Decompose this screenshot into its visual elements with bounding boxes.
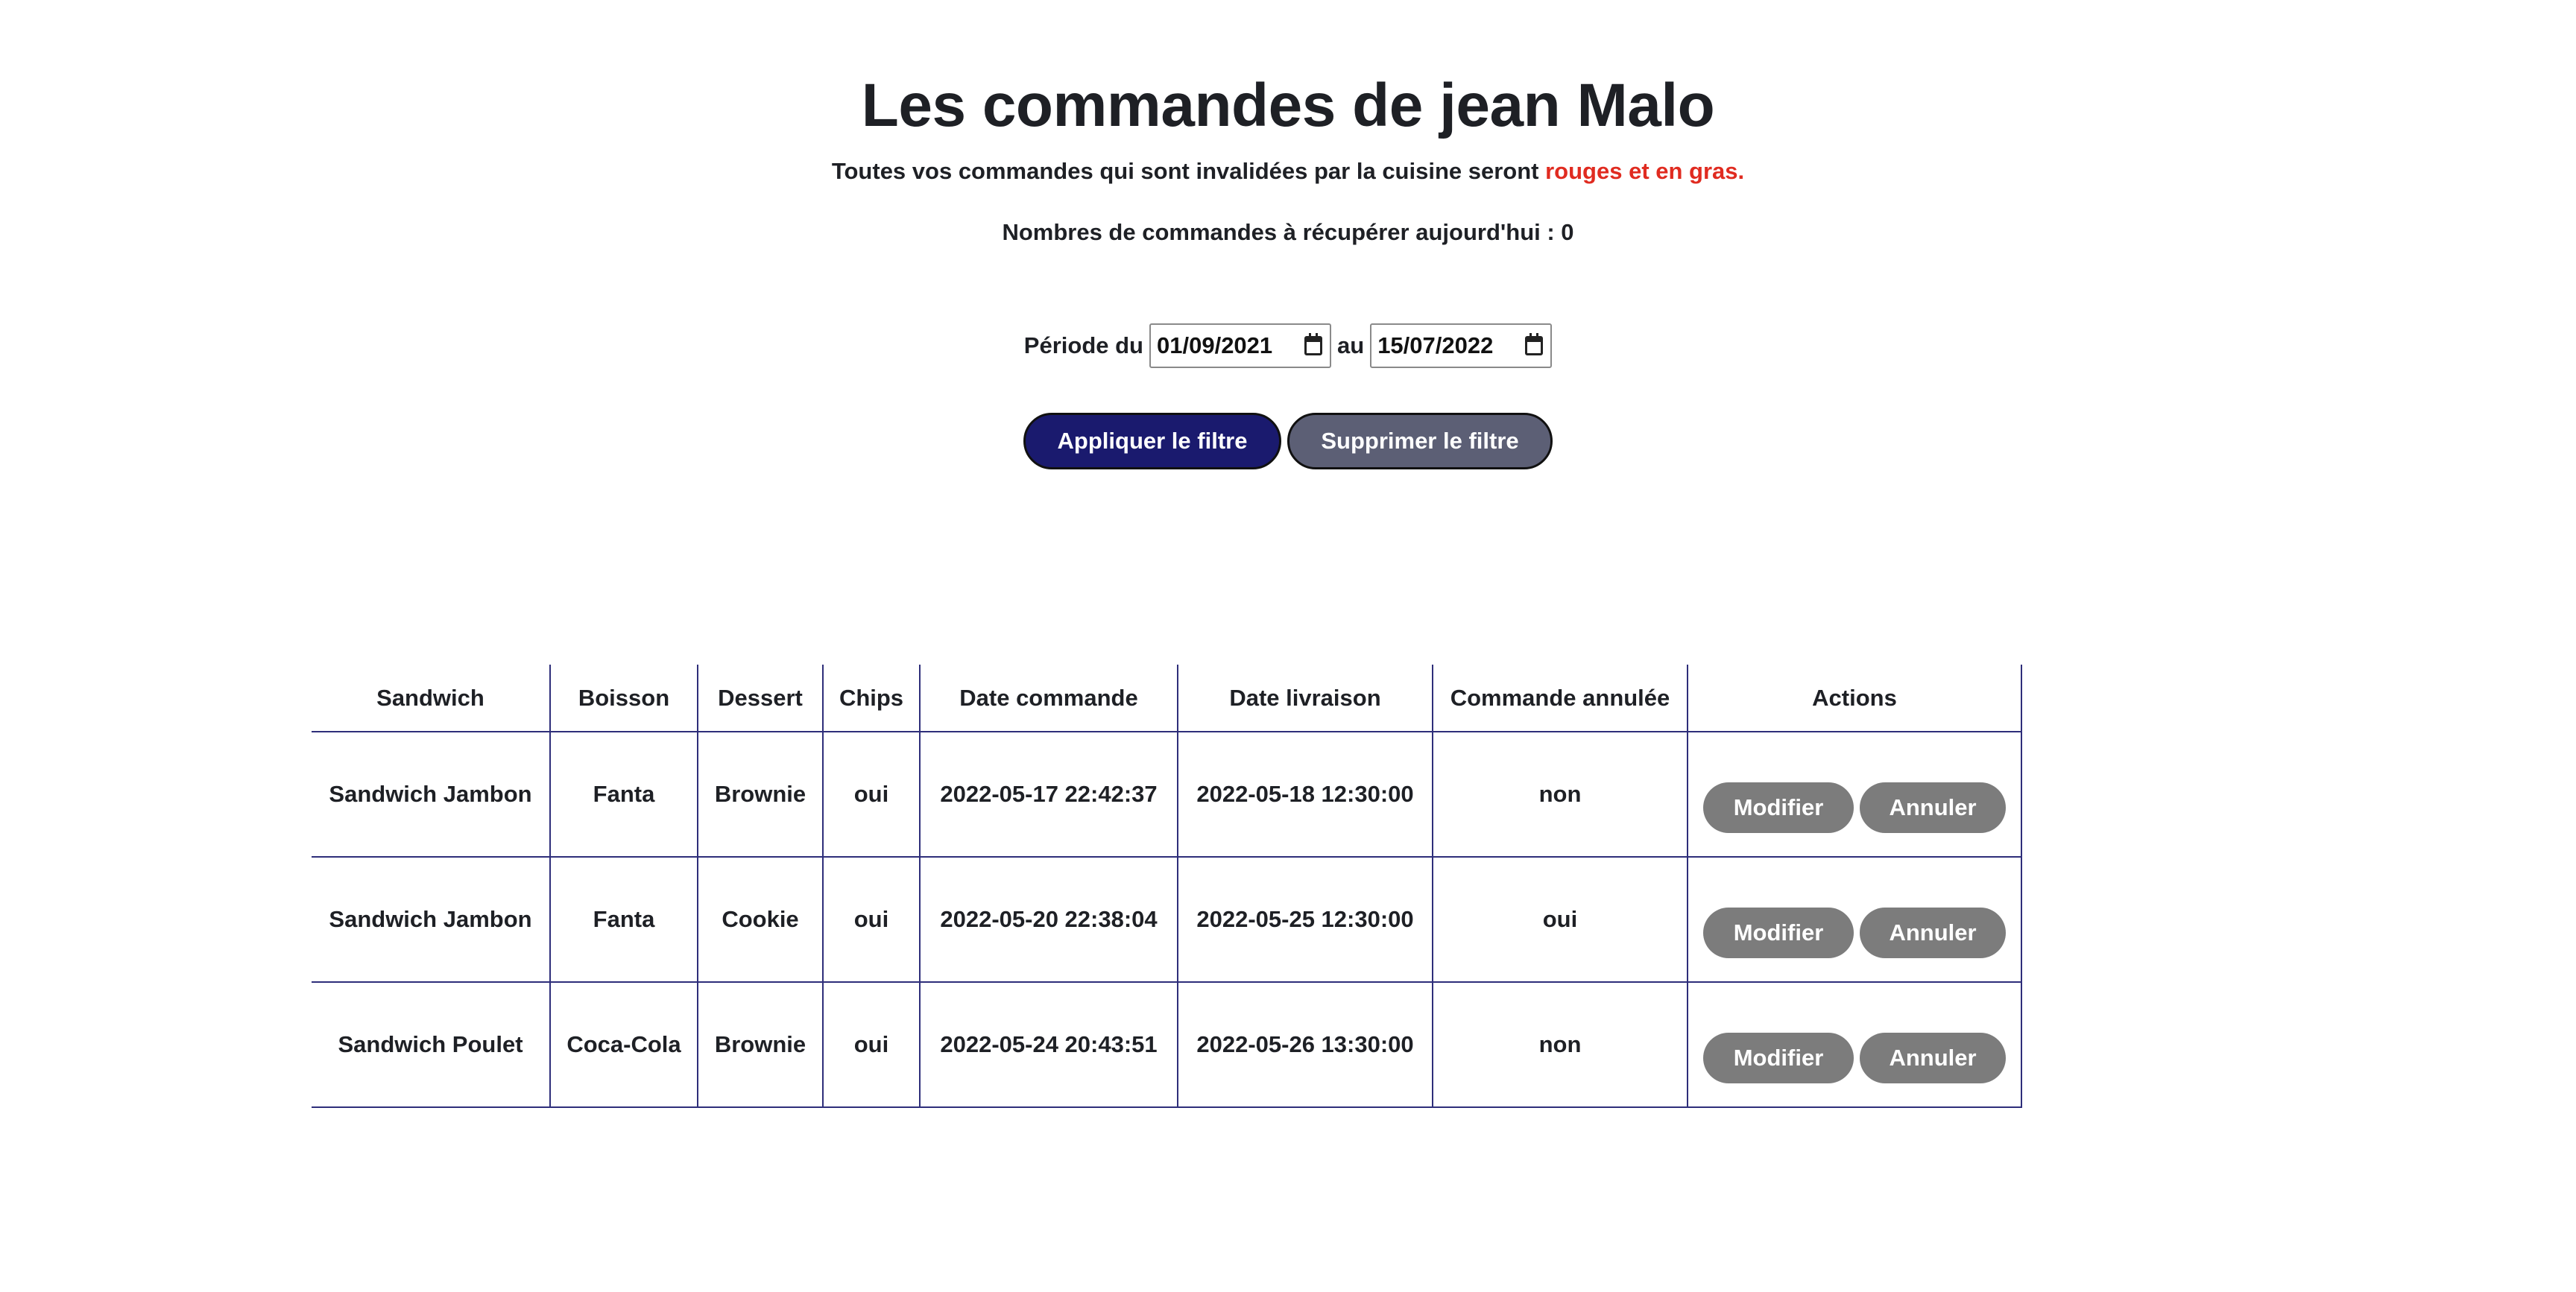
table-row: Sandwich Poulet Coca-Cola Brownie oui 20… [312,982,2022,1108]
orders-table: Sandwich Boisson Dessert Chips Date comm… [312,665,2022,1108]
cell-sandwich: Sandwich Poulet [312,982,550,1108]
table-header-row: Sandwich Boisson Dessert Chips Date comm… [312,665,2022,732]
column-header-date-commande: Date commande [919,665,1178,732]
between-label: au [1337,332,1365,358]
cell-date-commande: 2022-05-20 22:38:04 [919,857,1178,983]
date-filter: Période du 01/09/2021 au 15/07/2022 [0,323,2576,369]
row-actions: Modifier Annuler [1688,756,2021,833]
column-header-boisson: Boisson [549,665,698,732]
cell-actions: Modifier Annuler [1687,857,2022,983]
table-row: Sandwich Jambon Fanta Cookie oui 2022-05… [312,857,2022,983]
page-title: Les commandes de jean Malo [861,72,1715,139]
remove-filter-button[interactable]: Supprimer le filtre [1287,413,1553,469]
column-header-commande-annulee: Commande annulée [1432,665,1688,732]
cell-boisson: Fanta [549,732,698,858]
cancel-order-button[interactable]: Annuler [1860,782,2006,833]
row-actions: Modifier Annuler [1688,881,2021,958]
date-to-input[interactable]: 15/07/2022 [1370,323,1553,368]
cell-commande-annulee: oui [1432,857,1688,983]
period-label: Période du [1023,332,1143,358]
cell-dessert: Cookie [697,857,823,983]
info-message: Toutes vos commandes qui sont invalidées… [0,156,2576,186]
cancel-order-button[interactable]: Annuler [1860,908,2006,958]
page: Les commandes de jean Malo Toutes vos co… [0,0,2576,1292]
cell-commande-annulee: non [1432,982,1688,1108]
modify-order-button[interactable]: Modifier [1703,1033,1854,1083]
cell-date-livraison: 2022-05-26 13:30:00 [1177,982,1433,1108]
cell-date-livraison: 2022-05-18 12:30:00 [1177,732,1433,858]
cell-chips: oui [822,982,920,1108]
cell-dessert: Brownie [697,982,823,1108]
cell-commande-annulee: non [1432,732,1688,858]
cell-actions: Modifier Annuler [1687,982,2022,1108]
date-from-value: 01/09/2021 [1157,332,1273,358]
cell-date-commande: 2022-05-17 22:42:37 [919,732,1178,858]
modify-order-button[interactable]: Modifier [1703,908,1854,958]
cell-boisson: Coca-Cola [549,982,698,1108]
column-header-actions: Actions [1687,665,2022,732]
row-actions: Modifier Annuler [1688,1006,2021,1083]
cell-chips: oui [822,857,920,983]
table-row: Sandwich Jambon Fanta Brownie oui 2022-0… [312,732,2022,858]
orders-to-pickup-count: Nombres de commandes à récupérer aujourd… [1002,219,1574,245]
cell-actions: Modifier Annuler [1687,732,2022,858]
cell-sandwich: Sandwich Jambon [312,857,550,983]
info-message-highlight: rouges et en gras. [1545,158,1745,184]
column-header-date-livraison: Date livraison [1177,665,1433,732]
cell-sandwich: Sandwich Jambon [312,732,550,858]
cell-date-commande: 2022-05-24 20:43:51 [919,982,1178,1108]
filter-buttons: Appliquer le filtre Supprimer le filtre [0,413,2576,469]
cell-chips: oui [822,732,920,858]
column-header-dessert: Dessert [697,665,823,732]
modify-order-button[interactable]: Modifier [1703,782,1854,833]
calendar-icon[interactable] [1304,333,1322,355]
column-header-chips: Chips [822,665,920,732]
cell-boisson: Fanta [549,857,698,983]
column-header-sandwich: Sandwich [312,665,550,732]
date-to-value: 15/07/2022 [1377,332,1494,358]
cell-date-livraison: 2022-05-25 12:30:00 [1177,857,1433,983]
calendar-icon[interactable] [1525,333,1544,355]
info-message-text: Toutes vos commandes qui sont invalidées… [831,158,1546,184]
apply-filter-button[interactable]: Appliquer le filtre [1023,413,1281,469]
date-from-input[interactable]: 01/09/2021 [1149,323,1331,368]
cancel-order-button[interactable]: Annuler [1860,1033,2006,1083]
cell-dessert: Brownie [697,732,823,858]
